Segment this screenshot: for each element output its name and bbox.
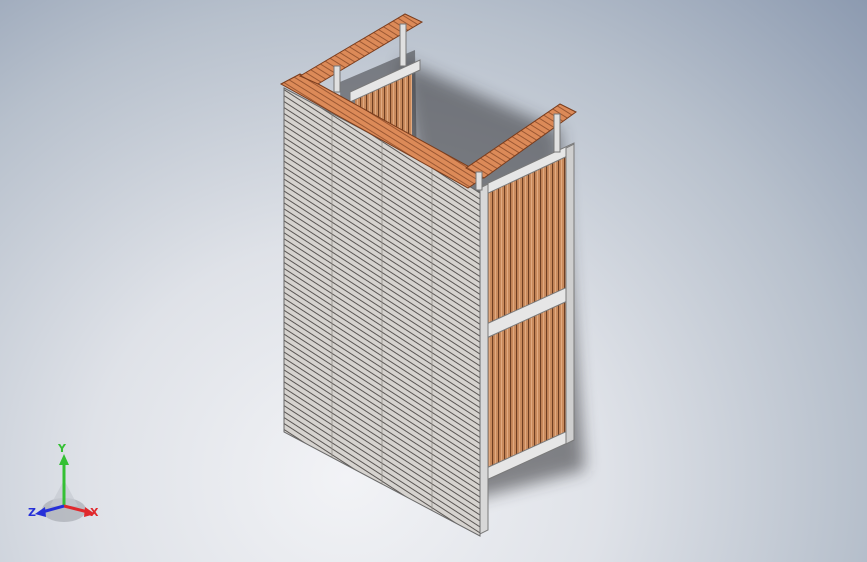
axis-triad: Y X Z bbox=[28, 442, 99, 522]
z-axis-label: Z bbox=[28, 506, 36, 519]
z-axis-arrow bbox=[35, 507, 46, 517]
cad-viewport[interactable]: Y X Z bbox=[0, 0, 867, 562]
y-axis-arrow bbox=[59, 454, 69, 465]
y-axis-label: Y bbox=[57, 442, 67, 455]
x-axis-label: X bbox=[90, 506, 99, 519]
enclosure-model[interactable] bbox=[0, 0, 867, 562]
